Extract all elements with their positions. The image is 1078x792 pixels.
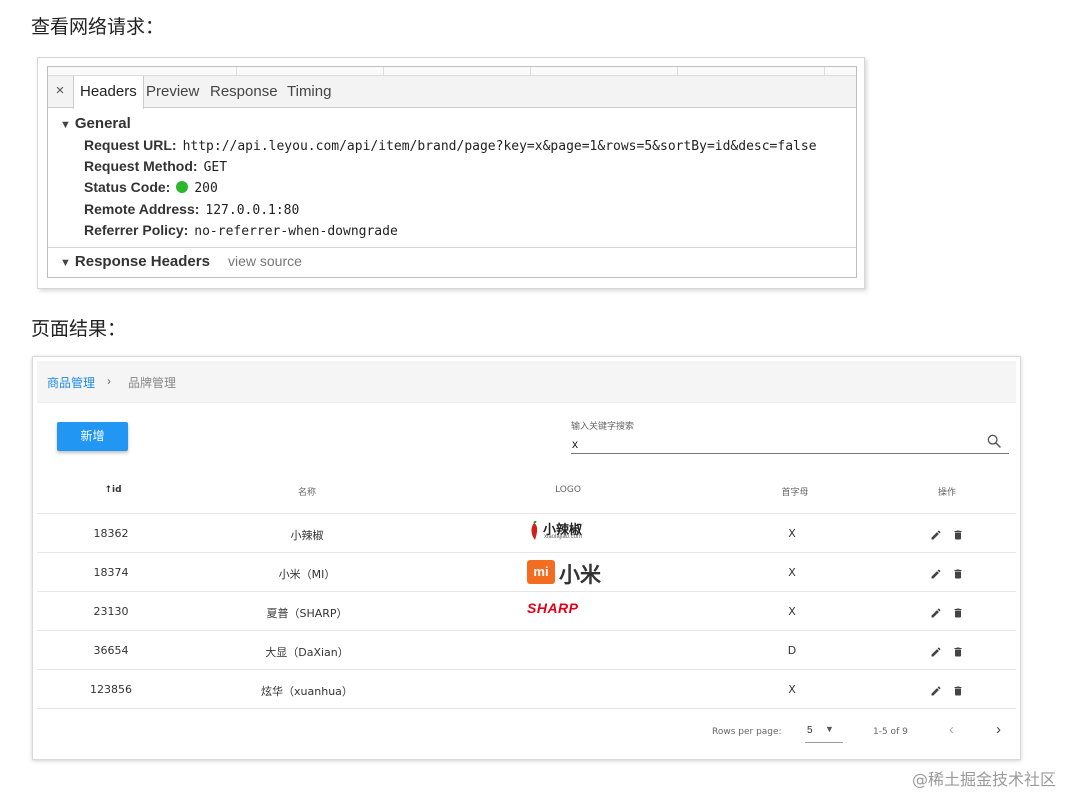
referrer-policy-key: Referrer Policy: xyxy=(84,222,189,238)
chili-icon xyxy=(531,521,538,540)
tab-response[interactable]: Response xyxy=(204,76,284,108)
edit-icon[interactable] xyxy=(930,646,942,658)
delete-icon[interactable] xyxy=(952,568,964,580)
cell-id: 123856 xyxy=(90,683,132,696)
rows-per-page-select[interactable]: 5 ▼ xyxy=(805,721,843,743)
logo-xiaomi: mi 小米 xyxy=(527,559,611,587)
edit-icon[interactable] xyxy=(930,529,942,541)
devtools-inner: × Headers Preview Response Timing ▼ Gener… xyxy=(47,66,857,278)
cell-id: 23130 xyxy=(93,605,129,618)
status-code-key: Status Code: xyxy=(84,179,171,195)
cell-name: 大显（DaXian） xyxy=(265,646,349,659)
breadcrumb-parent[interactable]: 商品管理 xyxy=(47,374,95,391)
close-icon[interactable]: × xyxy=(51,81,69,101)
search-input[interactable] xyxy=(571,434,1009,454)
breadcrumb-current: 品牌管理 xyxy=(128,376,177,390)
cell-id: 18362 xyxy=(93,527,129,540)
devtools-divider xyxy=(48,247,856,248)
triangle-down-icon: ▼ xyxy=(60,119,71,131)
remote-address-key: Remote Address: xyxy=(84,201,200,217)
logo-xiaomi-text: 小米 xyxy=(559,563,601,587)
general-section-toggle[interactable]: ▼ General xyxy=(60,115,131,132)
cell-letter: X xyxy=(788,605,796,618)
mi-badge-icon: mi xyxy=(527,560,555,584)
request-method-row: Request Method: GET xyxy=(84,158,227,175)
caret-down-icon: ▼ xyxy=(825,724,834,734)
brand-admin-card: 商品管理 › 品牌管理 新增 输入关键字搜索 ↑id 名称 LOGO 首字母 操… xyxy=(32,356,1021,760)
devtools-timeline-strip xyxy=(48,67,856,76)
search-label: 输入关键字搜索 xyxy=(571,422,635,432)
cell-id: 36654 xyxy=(93,644,129,657)
row-divider xyxy=(37,669,1016,670)
edit-icon[interactable] xyxy=(930,568,942,580)
cell-name: 小米（MI） xyxy=(278,568,336,581)
triangle-right-icon: ▼ xyxy=(60,257,71,269)
heading-result: 页面结果： xyxy=(31,318,127,340)
status-code-row: Status Code: 200 xyxy=(84,179,218,196)
rows-per-page-value: 5 xyxy=(807,725,813,736)
arrow-up-icon: ↑ xyxy=(104,485,112,495)
row-divider xyxy=(37,552,1016,553)
request-url-row: Request URL: http://api.leyou.com/api/ite… xyxy=(84,137,817,154)
tab-timing[interactable]: Timing xyxy=(281,76,337,108)
tab-headers[interactable]: Headers xyxy=(73,76,144,109)
cell-letter: X xyxy=(788,566,796,579)
row-divider xyxy=(37,708,1016,709)
search-icon[interactable] xyxy=(986,433,1002,449)
breadcrumb: 商品管理 › 品牌管理 xyxy=(37,361,1016,403)
logo-sharp: SHARP xyxy=(527,600,611,618)
view-source-link[interactable]: view source xyxy=(228,253,302,269)
edit-icon[interactable] xyxy=(930,685,942,697)
cell-name: 夏普（SHARP） xyxy=(266,607,348,620)
cell-name: 炫华（xuanhua） xyxy=(261,685,353,698)
delete-icon[interactable] xyxy=(952,685,964,697)
response-headers-toggle[interactable]: ▼ Response Headers xyxy=(60,253,210,270)
watermark: @稀土掘金技术社区 xyxy=(912,770,1057,789)
request-method-key: Request Method: xyxy=(84,158,198,174)
logo-xiaolajiao: 小辣椒 xiaolajiao.com xyxy=(528,519,608,543)
tab-preview[interactable]: Preview xyxy=(140,76,205,108)
remote-address-value: 127.0.0.1:80 xyxy=(205,203,300,218)
remote-address-row: Remote Address: 127.0.0.1:80 xyxy=(84,201,299,218)
status-code-value: 200 xyxy=(194,181,218,196)
cell-id: 18374 xyxy=(93,566,129,579)
column-header-id-label: id xyxy=(112,485,122,495)
cell-letter: D xyxy=(787,644,797,657)
cell-letter: X xyxy=(788,683,796,696)
add-brand-button[interactable]: 新增 xyxy=(57,422,128,451)
referrer-policy-value: no-referrer-when-downgrade xyxy=(194,224,398,239)
header-divider xyxy=(37,513,1016,514)
delete-icon[interactable] xyxy=(952,646,964,658)
devtools-panel: × Headers Preview Response Timing ▼ Gener… xyxy=(37,57,865,289)
response-headers-title: Response Headers xyxy=(74,253,210,270)
rows-per-page-label: Rows per page: xyxy=(712,727,782,737)
heading-network: 查看网络请求： xyxy=(31,16,165,38)
column-header-logo[interactable]: LOGO xyxy=(538,485,598,495)
delete-icon[interactable] xyxy=(952,607,964,619)
edit-icon[interactable] xyxy=(930,607,942,619)
delete-icon[interactable] xyxy=(952,529,964,541)
row-divider xyxy=(37,591,1016,592)
request-url-value: http://api.leyou.com/api/item/brand/page… xyxy=(182,139,817,154)
referrer-policy-row: Referrer Policy: no-referrer-when-downgra… xyxy=(84,222,398,239)
next-page-icon[interactable]: › xyxy=(996,721,1001,738)
status-dot-icon xyxy=(176,181,189,193)
devtools-tabbar: × Headers Preview Response Timing xyxy=(48,76,856,109)
cell-name: 小辣椒 xyxy=(290,529,324,542)
column-header-action: 操作 xyxy=(937,488,956,498)
logo-sharp-text: SHARP xyxy=(527,600,579,616)
logo-xiaolajiao-domain: xiaolajiao.com xyxy=(544,534,583,540)
request-url-key: Request URL: xyxy=(84,137,177,153)
general-title: General xyxy=(74,115,131,132)
row-divider xyxy=(37,630,1016,631)
previous-page-icon[interactable]: ‹ xyxy=(949,721,954,738)
breadcrumb-separator-icon: › xyxy=(107,374,111,388)
column-header-name[interactable]: 名称 xyxy=(277,485,337,498)
cell-letter: X xyxy=(788,527,796,540)
column-header-id[interactable]: ↑id xyxy=(93,485,133,495)
pagination-range: 1-5 of 9 xyxy=(873,727,908,737)
request-method-value: GET xyxy=(203,160,228,175)
column-header-letter[interactable]: 首字母 xyxy=(770,485,820,498)
